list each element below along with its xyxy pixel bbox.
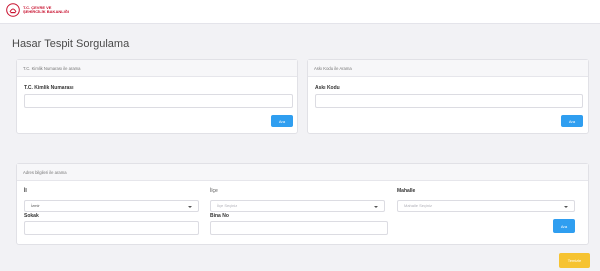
address-search-button[interactable]: Ara [553,219,575,233]
aski-search-card-header: Askı Kodu ile Arama [308,60,588,77]
il-label: İl [24,188,27,194]
il-chevron-down-icon [188,205,192,208]
mahalle-chevron-down-icon [564,205,568,208]
il-select[interactable]: İzmir [24,200,199,212]
mahalle-select[interactable]: Mahalle Seçiniz [397,200,575,212]
sokak-input[interactable] [24,221,199,235]
address-search-card-header: Adres bilgileri ile arama [17,164,588,181]
mahalle-label: Mahalle [397,188,416,194]
tc-search-card: T.C. Kimlik Numarası ile arama T.C. Kiml… [16,59,298,134]
aski-kodu-input[interactable] [315,94,583,108]
address-search-card: Adres bilgileri ile arama İl İzmir İlçe … [16,163,589,245]
ministry-emblem-icon [6,3,20,17]
ilce-select-placeholder: İlçe Seçiniz [217,203,238,208]
bina-no-input[interactable] [210,221,388,235]
ilce-chevron-down-icon [374,205,378,208]
logo-text: T.C. ÇEVRE VE ŞEHİRCİLİK BAKANLIĞI [23,5,69,15]
top-header: T.C. ÇEVRE VE ŞEHİRCİLİK BAKANLIĞI [0,0,600,24]
clear-button[interactable]: Temizle [559,253,590,268]
tc-search-card-header: T.C. Kimlik Numarası ile arama [17,60,297,77]
logo-line-2: ŞEHİRCİLİK BAKANLIĞI [23,9,69,14]
ilce-label: İlçe [210,188,218,194]
bina-no-label: Bina No [210,213,229,219]
aski-kodu-label: Askı Kodu [315,85,340,91]
aski-search-button[interactable]: Ara [561,115,583,127]
tc-kimlik-label: T.C. Kimlik Numarası [24,85,74,91]
tc-search-button[interactable]: Ara [271,115,293,127]
page-title: Hasar Tespit Sorgulama [12,38,130,50]
sokak-label: Sokak [24,213,39,219]
ministry-logo[interactable]: T.C. ÇEVRE VE ŞEHİRCİLİK BAKANLIĞI [6,3,69,17]
ilce-select[interactable]: İlçe Seçiniz [210,200,385,212]
aski-search-card: Askı Kodu ile Arama Askı Kodu Ara [307,59,589,134]
il-select-value: İzmir [31,203,40,208]
tc-kimlik-input[interactable] [24,94,293,108]
mahalle-select-placeholder: Mahalle Seçiniz [404,203,433,208]
